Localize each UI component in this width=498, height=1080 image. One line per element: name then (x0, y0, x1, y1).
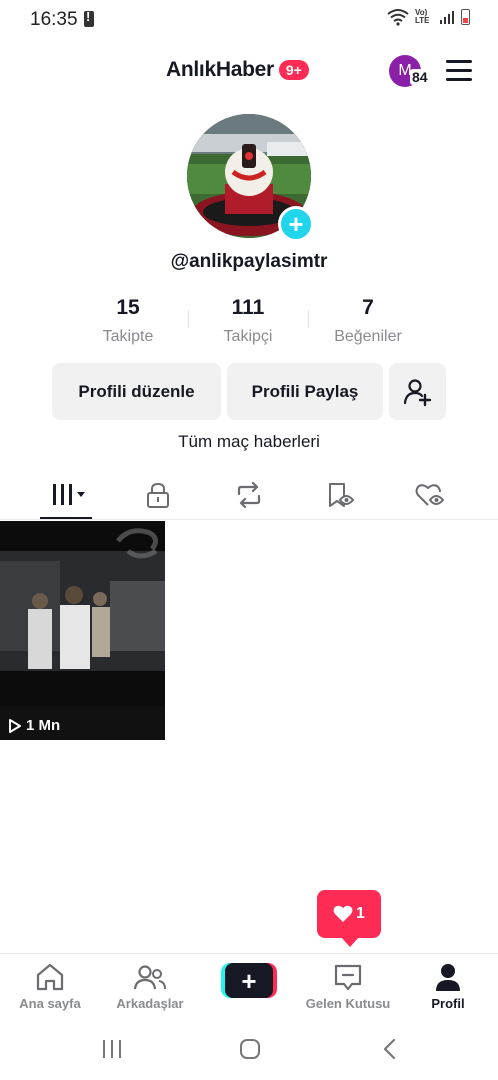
videos-grid-icon (53, 484, 85, 505)
nav-friends[interactable]: Arkadaşlar (100, 962, 200, 1011)
account-name: AnlıkHaber (166, 58, 274, 81)
tab-liked[interactable] (401, 478, 461, 512)
add-user-icon (403, 378, 431, 406)
edit-profile-button[interactable]: Profili düzenle (52, 363, 221, 420)
nav-profile[interactable]: Profil (398, 962, 498, 1011)
share-profile-button[interactable]: Profili Paylaş (227, 363, 383, 420)
network-label: Vo) LTE (415, 8, 430, 25)
home-system-icon[interactable] (238, 1038, 262, 1060)
add-photo-button[interactable]: + (278, 206, 314, 242)
stat-followers[interactable]: 111 Takipçi (188, 296, 308, 346)
wifi-icon (387, 9, 409, 26)
stat-label: Takipçi (223, 328, 273, 345)
nav-inbox-label: Gelen Kutusu (305, 996, 391, 1011)
stat-label: Beğeniler (334, 328, 402, 345)
signal-icon (440, 11, 454, 24)
video-views: 1 Mn (8, 717, 60, 734)
video-views-count: 1 Mn (26, 717, 61, 734)
video-thumbnail[interactable]: 1 Mn (0, 521, 165, 740)
tab-reposts[interactable] (219, 478, 279, 512)
avatar-count-badge: 84 (410, 69, 430, 85)
add-friend-button[interactable] (389, 363, 446, 420)
battery-icon (461, 9, 470, 25)
stat-value: 7 (362, 296, 374, 319)
tab-private[interactable] (128, 478, 188, 512)
account-switcher[interactable]: AnlıkHaber 9+ (166, 58, 309, 82)
username: @anlikpaylasimtr (170, 251, 328, 272)
active-tab-indicator (40, 517, 92, 519)
nav-home-label: Ana sayfa (19, 996, 81, 1011)
likes-notification[interactable]: 1 (317, 890, 381, 947)
nav-friends-label: Arkadaşlar (116, 996, 184, 1011)
battery-alert-icon (84, 9, 94, 27)
plus-icon: + (225, 963, 273, 998)
nav-profile-label: Profil (431, 996, 465, 1011)
content-tabs (0, 470, 498, 520)
system-navigation (0, 1020, 498, 1080)
lock-icon (147, 482, 169, 508)
hamburger-menu-icon[interactable] (446, 60, 472, 82)
stat-following[interactable]: 15 Takipte (68, 296, 188, 346)
profile-stats: 15 Takipte 111 Takipçi 7 Beğeniler (0, 296, 498, 352)
stat-value: 111 (231, 296, 265, 319)
tab-videos[interactable] (40, 478, 100, 512)
create-button[interactable]: + (221, 963, 277, 998)
status-bar: 16:35 Vo) LTE (0, 0, 498, 40)
liked-icon (415, 484, 445, 506)
stat-label: Takipte (102, 328, 154, 345)
repost-icon (237, 482, 261, 508)
heart-icon (333, 905, 353, 922)
stat-value: 15 (116, 296, 140, 319)
video-thumbnail-image (0, 521, 165, 740)
profile-header: AnlıkHaber 9+ M 84 (0, 52, 498, 92)
status-icons: Vo) LTE (387, 8, 470, 26)
saved-icon (329, 483, 355, 507)
back-icon[interactable] (380, 1038, 400, 1060)
notification-badge: 9+ (278, 60, 309, 80)
profile-icon (436, 964, 460, 991)
profile-bio: Tüm maç haberleri (178, 432, 320, 451)
friends-icon (133, 965, 166, 990)
stat-likes[interactable]: 7 Beğeniler (308, 296, 428, 346)
play-icon (9, 718, 21, 733)
status-time: 16:35 (30, 9, 78, 30)
inbox-icon (334, 964, 362, 991)
nav-home[interactable]: Ana sayfa (0, 962, 100, 1011)
nav-inbox[interactable]: Gelen Kutusu (298, 962, 398, 1011)
bottom-navigation: Ana sayfa Arkadaşlar + Gelen Kutusu Prof… (0, 953, 498, 1019)
home-icon (36, 963, 64, 991)
notification-count: 1 (356, 905, 365, 922)
tab-saved[interactable] (311, 478, 371, 512)
recent-apps-icon[interactable] (100, 1038, 124, 1060)
